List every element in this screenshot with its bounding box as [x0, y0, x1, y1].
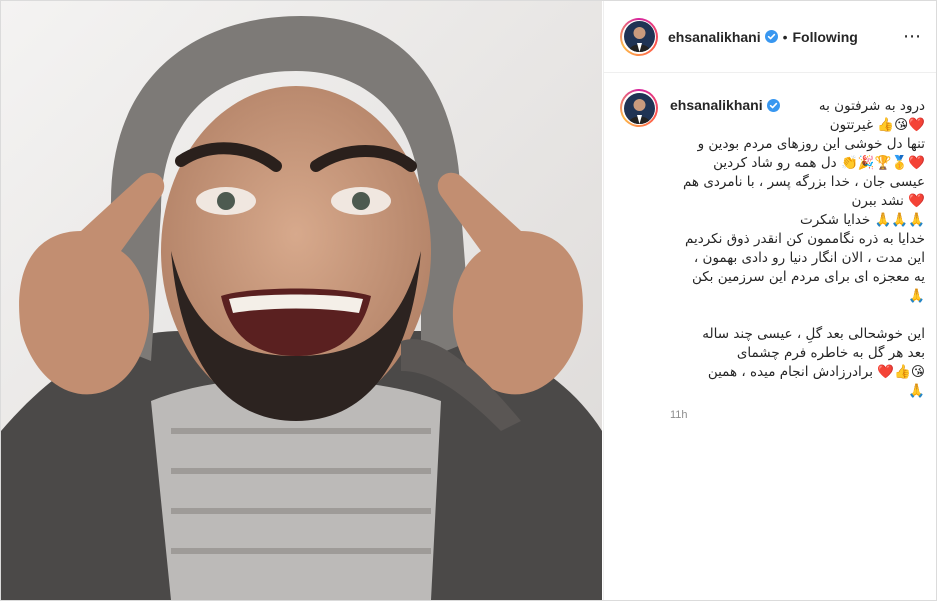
caption-line: عیسی جان ، خدا بزرگه پسر ، با نامردی هم	[682, 174, 925, 190]
caption-line: 😘👍❤️ برادرزادش انجام میده ، همین	[707, 364, 925, 380]
caption-line: ❤️ نشد ببرن	[851, 193, 925, 209]
caption-line: این خوشحالی بعد گلِ ، عیسی چند ساله	[702, 326, 925, 342]
caption-line: 🙏🙏🙏 خدایا شکرت	[800, 212, 925, 228]
post-photo[interactable]	[1, 1, 602, 600]
instagram-post: ehsanalikhani • Following ⋯ ehsanalikhan…	[0, 0, 937, 601]
post-timestamp[interactable]: 11h	[670, 409, 925, 421]
caption-line: این مدت ، الان انگار دنیا رو دادی بهمون …	[693, 250, 925, 266]
separator-dot: •	[782, 28, 788, 45]
post-photo-image	[1, 1, 602, 600]
caption-line: 🙏	[908, 288, 925, 304]
caption-comment: ehsanalikhani درود به شرفتون به ❤️😘👍 غیر…	[620, 89, 925, 421]
post-sidebar: ehsanalikhani • Following ⋯ ehsanalikhan…	[603, 1, 936, 600]
caption-line: خدایا به ذره نگاممون کن انقدر ذوق نکردیم	[684, 231, 925, 247]
following-button[interactable]: Following	[793, 29, 858, 45]
caption-line	[670, 306, 925, 325]
username-link[interactable]: ehsanalikhani	[668, 29, 761, 45]
caption-line: ❤️😘👍 غیرتتون	[829, 117, 925, 133]
caption-line: یه معجزه ای برای مردم این سرزمین بکن	[691, 269, 925, 285]
caption-username-link[interactable]: ehsanalikhani	[670, 97, 763, 113]
post-header: ehsanalikhani • Following ⋯	[604, 1, 936, 73]
more-options-icon[interactable]: ⋯	[903, 27, 922, 45]
caption-line: تنها دل خوشی این روزهای مردم بودین و	[697, 136, 925, 152]
caption-line: بعد هر گل به خاطره فرم چشمای	[736, 345, 925, 361]
caption-line: ❤️🥇🏆🎉👏 دل همه رو شاد کردین	[713, 155, 925, 171]
avatar[interactable]	[623, 21, 655, 52]
caption-avatar[interactable]	[623, 92, 655, 124]
story-ring[interactable]	[620, 17, 658, 56]
caption-text: درود به شرفتون به ❤️😘👍 غیرتتون تنها دل خ…	[670, 97, 925, 401]
caption-verified-badge-icon	[766, 98, 780, 112]
verified-badge-icon	[764, 30, 778, 43]
caption-line: 🙏	[908, 383, 925, 399]
caption-story-ring[interactable]	[620, 89, 658, 127]
caption-column: ehsanalikhani درود به شرفتون به ❤️😘👍 غیر…	[670, 89, 925, 421]
